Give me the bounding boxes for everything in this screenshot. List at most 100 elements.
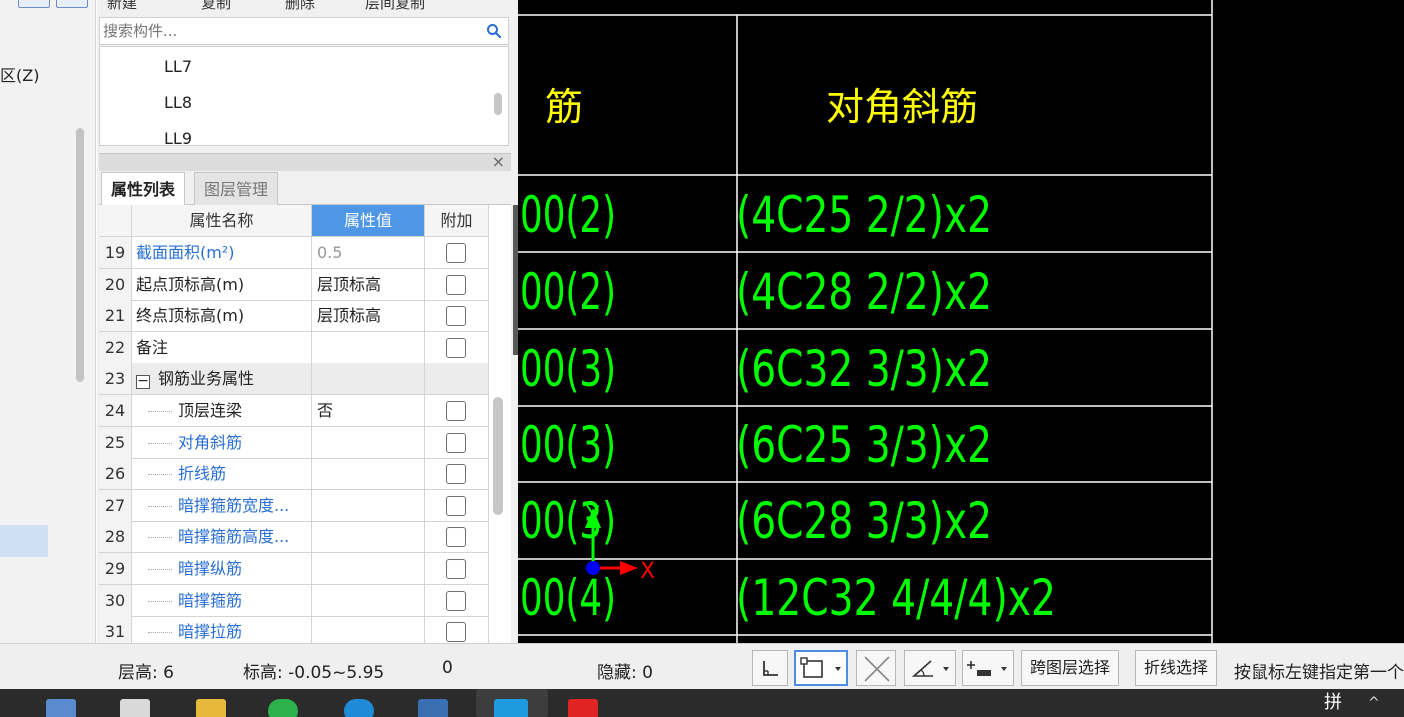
nav-view-button-2[interactable] bbox=[56, 0, 88, 8]
file-explorer-icon[interactable] bbox=[196, 699, 226, 717]
cad-drawing[interactable]: 筋 对角斜筋 00(2) (4C25 2/2)x2 00(2) (4C28 2/2)x… bbox=[518, 0, 1404, 643]
nav-view-button[interactable] bbox=[18, 0, 50, 8]
component-item[interactable]: LL9 bbox=[164, 129, 192, 145]
search-input[interactable] bbox=[103, 20, 473, 42]
new-component-button[interactable]: 新建 bbox=[107, 0, 137, 12]
angle-snap-button[interactable] bbox=[904, 650, 956, 686]
property-value[interactable] bbox=[312, 553, 425, 585]
snap-mode-button[interactable] bbox=[794, 650, 848, 686]
component-item[interactable]: LL8 bbox=[164, 93, 192, 112]
ime-indicator[interactable]: 拼 bbox=[1318, 691, 1348, 715]
wps-app-icon[interactable] bbox=[568, 699, 598, 717]
delete-component-button[interactable]: 删除 bbox=[285, 0, 315, 12]
extra-checkbox[interactable] bbox=[446, 527, 466, 548]
property-row[interactable]: 26 折线筋 bbox=[99, 458, 489, 491]
property-name[interactable]: 备注 bbox=[132, 331, 312, 364]
property-name[interactable]: 暗撑拉筋 bbox=[132, 616, 312, 643]
property-value[interactable] bbox=[312, 363, 425, 396]
cad-canvas[interactable]: 筋 对角斜筋 00(2) (4C25 2/2)x2 00(2) (4C28 2/2)x… bbox=[518, 0, 1404, 643]
polyline-select-button[interactable]: 折线选择 bbox=[1135, 650, 1218, 686]
wechat-app-icon[interactable] bbox=[268, 699, 298, 717]
property-name[interactable]: 折线筋 bbox=[132, 458, 312, 491]
copy-between-floors-button[interactable]: 层间复制 bbox=[365, 0, 425, 12]
property-value[interactable] bbox=[312, 616, 425, 643]
property-value[interactable] bbox=[312, 426, 425, 459]
nav-item-zone[interactable]: 区(Z) bbox=[0, 62, 39, 86]
property-name[interactable]: 对角斜筋 bbox=[132, 426, 312, 459]
property-value[interactable] bbox=[312, 489, 425, 522]
row-number: 27 bbox=[99, 489, 132, 522]
property-row[interactable]: 25 对角斜筋 bbox=[99, 426, 489, 459]
column-header-extra[interactable]: 附加 bbox=[425, 205, 489, 237]
cross-layer-select-button[interactable]: 跨图层选择 bbox=[1021, 650, 1120, 686]
search-icon[interactable] bbox=[486, 23, 502, 39]
cross-select-button[interactable] bbox=[856, 650, 896, 686]
column-header-value[interactable]: 属性值 bbox=[312, 205, 425, 237]
nav-selected-item[interactable] bbox=[0, 525, 48, 557]
property-row[interactable]: 30 暗撑箍筋 bbox=[99, 584, 489, 617]
cad-cell-right: (6C25 3/3)x2 bbox=[736, 416, 992, 474]
property-name[interactable]: 暗撑箍筋宽度... bbox=[132, 489, 312, 522]
tab-property-list[interactable]: 属性列表 bbox=[101, 172, 186, 205]
property-name[interactable]: 暗撑纵筋 bbox=[132, 553, 312, 585]
left-nav-scrollbar[interactable] bbox=[76, 128, 84, 382]
tree-line bbox=[148, 505, 172, 507]
glodon-app-icon bbox=[494, 699, 528, 717]
ortho-button[interactable] bbox=[752, 650, 788, 686]
dynamic-input-button[interactable] bbox=[962, 650, 1014, 686]
property-name[interactable]: 截面面积(m²) bbox=[132, 237, 312, 269]
property-value[interactable]: 0.5 bbox=[312, 237, 425, 269]
property-row[interactable]: 19 截面面积(m²) 0.5 bbox=[99, 237, 489, 269]
ortho-icon bbox=[763, 661, 778, 676]
extra-checkbox[interactable] bbox=[446, 337, 466, 358]
extra-checkbox[interactable] bbox=[446, 401, 466, 421]
property-row[interactable]: 21 终点顶标高(m) 层顶标高 bbox=[99, 300, 489, 333]
extra-checkbox[interactable] bbox=[446, 559, 466, 579]
tab-layer-management[interactable]: 图层管理 bbox=[194, 172, 279, 205]
property-value[interactable] bbox=[312, 584, 425, 617]
extra-checkbox[interactable] bbox=[446, 243, 466, 263]
property-row[interactable]: 20 起点顶标高(m) 层顶标高 bbox=[99, 268, 489, 301]
close-icon[interactable]: × bbox=[492, 152, 505, 171]
active-app-slot[interactable] bbox=[476, 689, 548, 717]
property-name[interactable]: 顶层连梁 bbox=[132, 395, 312, 427]
property-value[interactable]: 层顶标高 bbox=[312, 268, 425, 301]
property-name[interactable]: 起点顶标高(m) bbox=[132, 268, 312, 301]
extra-checkbox[interactable] bbox=[446, 464, 466, 485]
property-row[interactable]: 31 暗撑拉筋 bbox=[99, 616, 489, 643]
property-row[interactable]: 27 暗撑箍筋宽度... bbox=[99, 489, 489, 522]
copy-component-button[interactable]: 复制 bbox=[201, 0, 231, 12]
property-value[interactable]: 否 bbox=[312, 395, 425, 427]
property-name[interactable]: − 钢筋业务属性 bbox=[132, 363, 312, 396]
property-name[interactable]: 暗撑箍筋高度... bbox=[132, 521, 312, 554]
property-grid-scrollbar[interactable] bbox=[493, 397, 503, 515]
property-value[interactable] bbox=[312, 331, 425, 364]
property-value[interactable] bbox=[312, 521, 425, 554]
notepad-app-icon[interactable] bbox=[120, 699, 150, 717]
property-row[interactable]: 29 暗撑纵筋 bbox=[99, 553, 489, 585]
collapse-icon[interactable]: − bbox=[136, 374, 150, 390]
property-value[interactable] bbox=[312, 458, 425, 491]
extra-checkbox[interactable] bbox=[446, 495, 466, 516]
hidden-count: 隐藏: 0 bbox=[597, 663, 653, 683]
property-row[interactable]: 24 顶层连梁 否 bbox=[99, 395, 489, 427]
component-list-scrollbar[interactable] bbox=[494, 93, 502, 115]
tray-overflow-icon[interactable]: ^ bbox=[1368, 695, 1380, 711]
extra-checkbox[interactable] bbox=[446, 590, 466, 611]
column-header-name[interactable]: 属性名称 bbox=[132, 205, 312, 237]
extra-checkbox[interactable] bbox=[446, 622, 466, 643]
extra-checkbox[interactable] bbox=[446, 274, 466, 295]
edge-browser-icon[interactable] bbox=[344, 699, 374, 717]
property-row[interactable]: 23− 钢筋业务属性 bbox=[99, 363, 489, 396]
property-row[interactable]: 28 暗撑箍筋高度... bbox=[99, 521, 489, 554]
cad-cell-left: 00(2) bbox=[520, 186, 616, 244]
network-app-icon[interactable] bbox=[418, 699, 448, 717]
calculator-app-icon[interactable] bbox=[46, 699, 76, 717]
property-value[interactable]: 层顶标高 bbox=[312, 300, 425, 333]
extra-checkbox[interactable] bbox=[446, 432, 466, 453]
property-row[interactable]: 22 备注 bbox=[99, 331, 489, 364]
property-name[interactable]: 终点顶标高(m) bbox=[132, 300, 312, 333]
property-name[interactable]: 暗撑箍筋 bbox=[132, 584, 312, 617]
component-item[interactable]: LL7 bbox=[164, 57, 192, 76]
extra-checkbox[interactable] bbox=[446, 306, 466, 327]
